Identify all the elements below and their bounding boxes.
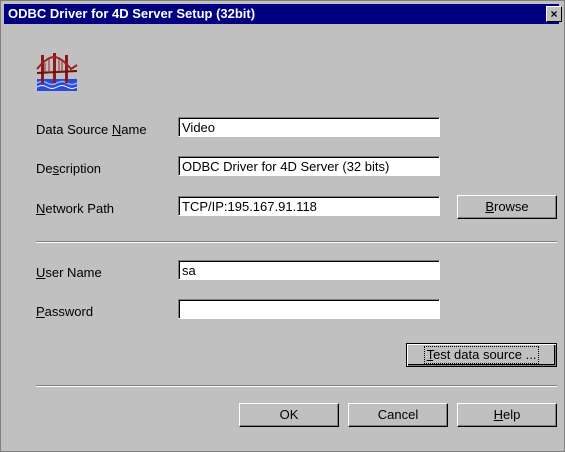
- divider-bottom: [36, 385, 557, 387]
- description-input[interactable]: [178, 156, 440, 176]
- data-source-name-label: Data Source Name: [36, 122, 147, 137]
- close-button[interactable]: ×: [546, 6, 562, 22]
- browse-button[interactable]: Browse: [457, 195, 557, 219]
- description-label: Description: [36, 161, 102, 176]
- user-name-input[interactable]: [178, 260, 440, 280]
- data-source-name-input[interactable]: [178, 117, 440, 137]
- ok-button[interactable]: OK: [239, 403, 339, 427]
- help-button[interactable]: Help: [457, 403, 557, 427]
- cancel-button[interactable]: Cancel: [348, 403, 448, 427]
- password-label: Password: [36, 304, 94, 319]
- test-data-source-button[interactable]: Test data source ...: [406, 343, 557, 367]
- password-input[interactable]: [178, 299, 440, 319]
- network-path-input[interactable]: [178, 196, 440, 216]
- divider-top: [36, 241, 557, 243]
- title-bar[interactable]: ODBC Driver for 4D Server Setup (32bit) …: [4, 4, 562, 24]
- user-name-label: User Name: [36, 265, 102, 280]
- odbc-bridge-icon: [35, 49, 79, 93]
- dialog-window: ODBC Driver for 4D Server Setup (32bit) …: [0, 0, 565, 452]
- network-path-label: Network Path: [36, 201, 115, 216]
- close-icon: ×: [550, 7, 558, 21]
- window-title: ODBC Driver for 4D Server Setup (32bit): [8, 6, 256, 21]
